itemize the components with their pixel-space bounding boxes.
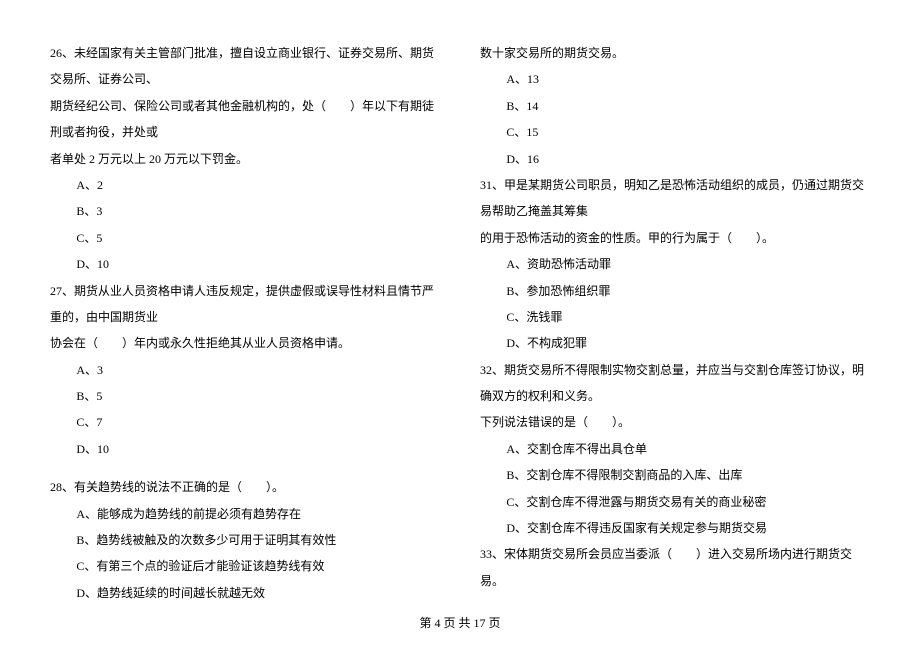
- q28-optB: B、趋势线被触及的次数多少可用于证明其有效性: [50, 527, 440, 553]
- right-column: 数十家交易所的期货交易。 A、13 B、14 C、15 D、16 31、甲是某期…: [480, 40, 870, 600]
- q32-optB: B、交割仓库不得限制交割商品的入库、出库: [480, 462, 870, 488]
- q31-optC: C、洗钱罪: [480, 304, 870, 330]
- q27-optD: D、10: [50, 436, 440, 462]
- q26-optB: B、3: [50, 198, 440, 224]
- q30-optD: D、16: [480, 146, 870, 172]
- q31-optA: A、资助恐怖活动罪: [480, 251, 870, 277]
- q33-line1: 33、宋体期货交易所会员应当委派（ ）进入交易所场内进行期货交易。: [480, 541, 870, 594]
- q32-optC: C、交割仓库不得泄露与期货交易有关的商业秘密: [480, 489, 870, 515]
- q28-optD: D、趋势线延续的时间越长就越无效: [50, 580, 440, 600]
- q27-optA: A、3: [50, 357, 440, 383]
- q27-optC: C、7: [50, 409, 440, 435]
- q31-optD: D、不构成犯罪: [480, 330, 870, 356]
- page-footer: 第 4 页 共 17 页: [50, 610, 870, 636]
- q30-optC: C、15: [480, 119, 870, 145]
- q26-line1: 26、未经国家有关主管部门批准，擅自设立商业银行、证券交易所、期货交易所、证券公…: [50, 40, 440, 93]
- q31-optB: B、参加恐怖组织罪: [480, 278, 870, 304]
- q28-optA: A、能够成为趋势线的前提必须有趋势存在: [50, 501, 440, 527]
- q32-optA: A、交割仓库不得出具仓单: [480, 436, 870, 462]
- q27-optB: B、5: [50, 383, 440, 409]
- q26-optD: D、10: [50, 251, 440, 277]
- q28-line1: 28、有关趋势线的说法不正确的是（ ）。: [50, 474, 440, 500]
- q31-line2: 的用于恐怖活动的资金的性质。甲的行为属于（ ）。: [480, 225, 870, 251]
- q30-cont: 数十家交易所的期货交易。: [480, 40, 870, 66]
- q27-line1: 27、期货从业人员资格申请人违反规定，提供虚假或误导性材料且情节严重的，由中国期…: [50, 278, 440, 331]
- q28-optC: C、有第三个点的验证后才能验证该趋势线有效: [50, 553, 440, 579]
- q32-line1: 32、期货交易所不得限制实物交割总量，并应当与交割仓库签订协议，明确双方的权利和…: [480, 357, 870, 410]
- q30-optA: A、13: [480, 66, 870, 92]
- q27-line2: 协会在（ ）年内或永久性拒绝其从业人员资格申请。: [50, 330, 440, 356]
- left-column: 26、未经国家有关主管部门批准，擅自设立商业银行、证券交易所、期货交易所、证券公…: [50, 40, 440, 600]
- q26-line3: 者单处 2 万元以上 20 万元以下罚金。: [50, 146, 440, 172]
- q26-optC: C、5: [50, 225, 440, 251]
- q30-optB: B、14: [480, 93, 870, 119]
- q26-line2: 期货经纪公司、保险公司或者其他金融机构的，处（ ）年以下有期徒刑或者拘役，并处或: [50, 93, 440, 146]
- q31-line1: 31、甲是某期货公司职员，明知乙是恐怖活动组织的成员，仍通过期货交易帮助乙掩盖其…: [480, 172, 870, 225]
- q32-optD: D、交割仓库不得违反国家有关规定参与期货交易: [480, 515, 870, 541]
- q26-optA: A、2: [50, 172, 440, 198]
- q32-line2: 下列说法错误的是（ ）。: [480, 409, 870, 435]
- q33-optA: A、客户代表: [480, 594, 870, 600]
